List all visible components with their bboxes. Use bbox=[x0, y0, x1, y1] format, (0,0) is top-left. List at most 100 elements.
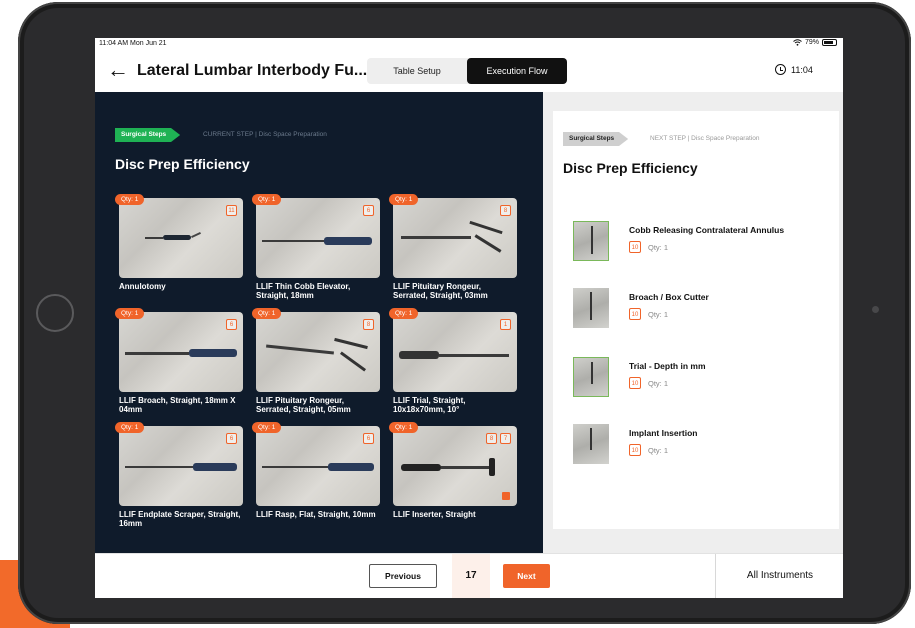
instrument-image: 6 bbox=[119, 426, 243, 506]
next-step-label: NEXT STEP | Disc Space Preparation bbox=[650, 135, 760, 142]
section-title: Disc Prep Efficiency bbox=[563, 160, 698, 176]
instrument-image: 8 bbox=[256, 312, 380, 392]
instrument-image: 6 bbox=[119, 312, 243, 392]
header: ← Lateral Lumbar Interbody Fu... Table S… bbox=[95, 50, 843, 92]
next-step-panel: Surgical Steps NEXT STEP | Disc Space Pr… bbox=[543, 92, 843, 553]
step-qty: Qty: 1 bbox=[648, 243, 669, 252]
step-thumbnail bbox=[573, 357, 609, 397]
list-item[interactable]: Cobb Releasing Contralateral Annulus 10 … bbox=[573, 221, 839, 265]
page-title: Lateral Lumbar Interbody Fu... bbox=[137, 62, 368, 79]
qty-badge: Qty: 1 bbox=[252, 194, 282, 205]
step-name: Implant Insertion bbox=[629, 428, 698, 438]
home-button bbox=[36, 294, 74, 332]
instrument-image: 8 bbox=[393, 198, 517, 278]
instrument-count: 8 bbox=[486, 433, 497, 444]
instrument-label: LLIF Thin Cobb Elevator, Straight, 18mm bbox=[256, 282, 351, 300]
status-bar: 11:04 AM Mon Jun 21 79% bbox=[95, 38, 843, 50]
step-qty: Qty: 1 bbox=[648, 310, 669, 319]
footer: Previous 17 Next All Instruments bbox=[95, 553, 843, 598]
instrument-image: 8 7 bbox=[393, 426, 517, 506]
instrument-count: 6 bbox=[226, 433, 237, 444]
qty-badge: Qty: 1 bbox=[115, 308, 145, 319]
step-name: Cobb Releasing Contralateral Annulus bbox=[629, 225, 785, 235]
qty-badge: Qty: 1 bbox=[389, 194, 419, 205]
qty-badge: Qty: 1 bbox=[115, 194, 145, 205]
instrument-card[interactable]: 8 Qty: 1 LLIF Pituitary Rongeur, Serrate… bbox=[252, 308, 380, 414]
instrument-card[interactable]: 1 Qty: 1 LLIF Trial, Straight, 10x18x70m… bbox=[389, 308, 517, 414]
step-thumbnail bbox=[573, 288, 609, 328]
qty-badge: Qty: 1 bbox=[389, 422, 419, 433]
section-title: Disc Prep Efficiency bbox=[115, 156, 250, 172]
status-right: 79% bbox=[793, 39, 837, 46]
step-qty: Qty: 1 bbox=[648, 379, 669, 388]
step-thumbnail bbox=[573, 424, 609, 464]
instrument-count: 6 bbox=[363, 205, 374, 216]
status-time: 11:04 AM Mon Jun 21 bbox=[99, 40, 167, 47]
instrument-card[interactable]: 6 Qty: 1 LLIF Rasp, Flat, Straight, 10mm bbox=[252, 422, 380, 519]
instrument-count: 1 bbox=[500, 319, 511, 330]
battery-icon bbox=[822, 39, 837, 46]
instrument-image: 1 bbox=[393, 312, 517, 392]
step-count: 10 bbox=[629, 308, 641, 320]
step-count: 10 bbox=[629, 241, 641, 253]
back-arrow-icon[interactable]: ← bbox=[107, 56, 129, 84]
step-count: 10 bbox=[629, 377, 641, 389]
qty-badge: Qty: 1 bbox=[252, 422, 282, 433]
instrument-label: LLIF Inserter, Straight bbox=[393, 510, 476, 519]
instrument-card[interactable]: 8 Qty: 1 LLIF Pituitary Rongeur, Serrate… bbox=[389, 194, 517, 300]
camera bbox=[872, 306, 879, 313]
instrument-count-secondary: 7 bbox=[500, 433, 511, 444]
qty-badge: Qty: 1 bbox=[389, 308, 419, 319]
instrument-card[interactable]: 8 7 Qty: 1 LLIF Inserter, Straight bbox=[389, 422, 517, 519]
flag-icon bbox=[502, 492, 510, 500]
step-thumbnail bbox=[573, 221, 609, 261]
surgical-steps-tag: Surgical Steps bbox=[115, 128, 181, 142]
instrument-card[interactable]: 6 Qty: 1 LLIF Thin Cobb Elevator, Straig… bbox=[252, 194, 380, 300]
instrument-card[interactable]: 6 Qty: 1 LLIF Broach, Straight, 18mm X 0… bbox=[115, 308, 243, 414]
instrument-label: LLIF Pituitary Rongeur, Serrated, Straig… bbox=[393, 282, 488, 300]
tab-execution-flow[interactable]: Execution Flow bbox=[467, 58, 567, 84]
timer-value: 11:04 bbox=[791, 64, 813, 75]
instrument-label: LLIF Rasp, Flat, Straight, 10mm bbox=[256, 510, 376, 519]
instrument-image: 6 bbox=[256, 426, 380, 506]
instrument-card[interactable]: 11 Qty: 1 Annulotomy bbox=[115, 194, 243, 291]
screen: 11:04 AM Mon Jun 21 79% ← Lateral Lumbar… bbox=[95, 38, 843, 598]
instrument-count: 6 bbox=[363, 433, 374, 444]
tab-table-setup[interactable]: Table Setup bbox=[367, 58, 467, 84]
instrument-label: LLIF Trial, Straight, 10x18x70mm, 10° bbox=[393, 396, 466, 414]
instrument-count: 11 bbox=[226, 205, 237, 216]
step-name: Broach / Box Cutter bbox=[629, 292, 709, 302]
qty-badge: Qty: 1 bbox=[252, 308, 282, 319]
current-step-label: CURRENT STEP | Disc Space Preparation bbox=[203, 131, 327, 138]
wifi-icon bbox=[793, 39, 802, 46]
view-toggle: Table Setup Execution Flow bbox=[367, 58, 567, 84]
page-number: 17 bbox=[452, 554, 490, 598]
instrument-count: 6 bbox=[226, 319, 237, 330]
instrument-label: LLIF Broach, Straight, 18mm X 04mm bbox=[119, 396, 236, 414]
step-name: Trial - Depth in mm bbox=[629, 361, 706, 371]
step-qty: Qty: 1 bbox=[648, 446, 669, 455]
instrument-image: 11 bbox=[119, 198, 243, 278]
instrument-label: Annulotomy bbox=[119, 282, 166, 291]
list-item[interactable]: Implant Insertion 10 Qty: 1 bbox=[573, 424, 839, 468]
next-step-card: Surgical Steps NEXT STEP | Disc Space Pr… bbox=[553, 111, 839, 529]
previous-button[interactable]: Previous bbox=[369, 564, 437, 588]
instrument-card[interactable]: 6 Qty: 1 LLIF Endplate Scraper, Straight… bbox=[115, 422, 243, 528]
instrument-count: 8 bbox=[363, 319, 374, 330]
clock-icon bbox=[775, 64, 786, 75]
surgical-steps-tag: Surgical Steps bbox=[563, 132, 629, 146]
instrument-label: LLIF Endplate Scraper, Straight, 16mm bbox=[119, 510, 241, 528]
all-instruments-button[interactable]: All Instruments bbox=[715, 554, 843, 598]
battery-level bbox=[824, 41, 833, 44]
qty-badge: Qty: 1 bbox=[115, 422, 145, 433]
instrument-label: LLIF Pituitary Rongeur, Serrated, Straig… bbox=[256, 396, 351, 414]
timer: 11:04 bbox=[775, 64, 813, 75]
current-step-panel: Surgical Steps CURRENT STEP | Disc Space… bbox=[95, 92, 543, 553]
battery-percent: 79% bbox=[804, 39, 819, 46]
list-item[interactable]: Broach / Box Cutter 10 Qty: 1 bbox=[573, 288, 839, 332]
instrument-count: 8 bbox=[500, 205, 511, 216]
list-item[interactable]: Trial - Depth in mm 10 Qty: 1 bbox=[573, 357, 839, 401]
step-count: 10 bbox=[629, 444, 641, 456]
next-button[interactable]: Next bbox=[503, 564, 550, 588]
instrument-image: 6 bbox=[256, 198, 380, 278]
